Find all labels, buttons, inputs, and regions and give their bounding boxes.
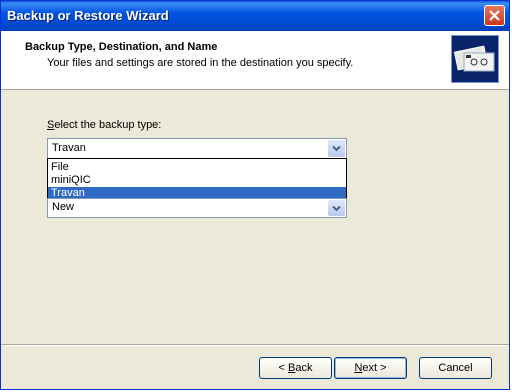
window-title: Backup or Restore Wizard [7, 8, 169, 23]
chevron-down-icon [332, 205, 341, 212]
chevron-down-icon [332, 145, 341, 152]
backup-type-label: Select the backup type: [47, 119, 162, 131]
backup-media-icon [451, 35, 499, 83]
backup-type-dropdown-list: File miniQIC Travan [47, 158, 347, 200]
cancel-button[interactable]: Cancel [419, 357, 492, 379]
dropdown-button[interactable] [328, 200, 345, 216]
backup-type-select[interactable]: Travan [47, 138, 347, 159]
destination-value: New [52, 201, 75, 213]
backup-type-value: Travan [52, 142, 86, 154]
dropdown-option-miniqic[interactable]: miniQIC [48, 174, 346, 187]
back-button[interactable]: < Back [259, 357, 332, 379]
next-button[interactable]: Next > [334, 357, 407, 379]
dropdown-button[interactable] [328, 140, 345, 157]
footer-divider [1, 344, 509, 346]
wizard-window: Backup or Restore Wizard Backup Type, De… [0, 0, 510, 390]
title-bar[interactable]: Backup or Restore Wizard [1, 1, 509, 31]
close-button[interactable] [484, 5, 505, 26]
wizard-header: Backup Type, Destination, and Name Your … [1, 31, 509, 90]
page-title: Backup Type, Destination, and Name [25, 41, 218, 53]
page-subtitle: Your files and settings are stored in th… [47, 57, 354, 69]
close-icon [489, 10, 500, 21]
backup-destination-select[interactable]: New [47, 198, 347, 218]
dropdown-option-file[interactable]: File [48, 161, 346, 174]
